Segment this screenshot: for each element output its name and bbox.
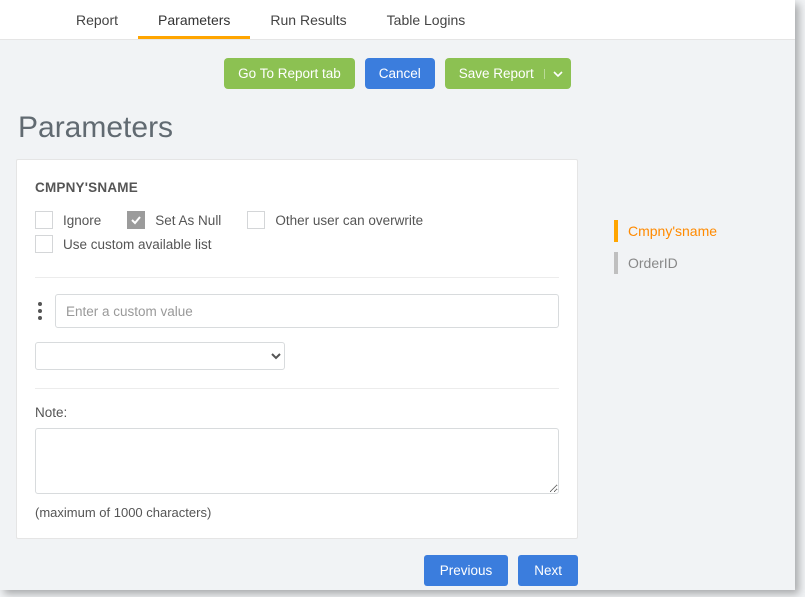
tabs-bar: Report Parameters Run Results Table Logi… [0,0,795,40]
custom-value-input[interactable] [55,294,559,328]
chevron-down-icon[interactable] [544,69,563,79]
save-report-button[interactable]: Save Report [445,58,571,89]
set-as-null-label: Set As Null [155,213,221,228]
custom-list-label: Use custom available list [63,237,212,252]
set-as-null-checkbox[interactable] [127,211,145,229]
value-select[interactable] [35,342,285,370]
side-item-label: OrderID [628,255,678,271]
note-hint: (maximum of 1000 characters) [35,505,559,520]
note-textarea[interactable] [35,428,559,494]
parameter-list: Cmpny'sname OrderID [614,219,774,539]
cancel-button[interactable]: Cancel [365,58,435,89]
tab-run-results[interactable]: Run Results [250,0,366,39]
inactive-indicator [614,252,618,274]
side-item-cmpnysname[interactable]: Cmpny'sname [614,219,774,243]
footer-buttons: Previous Next [16,539,578,586]
ignore-label: Ignore [63,213,101,228]
custom-list-checkbox[interactable] [35,235,53,253]
note-label: Note: [35,405,559,420]
side-item-orderid[interactable]: OrderID [614,251,774,275]
drag-handle-icon[interactable] [35,302,45,320]
tab-report[interactable]: Report [56,0,138,39]
divider [35,277,559,278]
parameter-name: CMPNY'SNAME [35,180,559,195]
page-title: Parameters [0,103,795,159]
next-button[interactable]: Next [518,555,578,586]
active-indicator [614,220,618,242]
side-item-label: Cmpny'sname [628,223,717,239]
parameter-options: Ignore Set As Null Other user can overwr… [35,211,559,259]
tab-table-logins[interactable]: Table Logins [367,0,486,39]
parameter-panel: CMPNY'SNAME Ignore Set As Null [16,159,578,539]
action-toolbar: Go To Report tab Cancel Save Report [0,40,795,103]
other-overwrite-label: Other user can overwrite [275,213,423,228]
ignore-checkbox[interactable] [35,211,53,229]
save-report-label: Save Report [459,66,534,81]
previous-button[interactable]: Previous [424,555,509,586]
go-to-report-button[interactable]: Go To Report tab [224,58,355,89]
other-overwrite-checkbox[interactable] [247,211,265,229]
divider [35,388,559,389]
tab-parameters[interactable]: Parameters [138,0,250,39]
